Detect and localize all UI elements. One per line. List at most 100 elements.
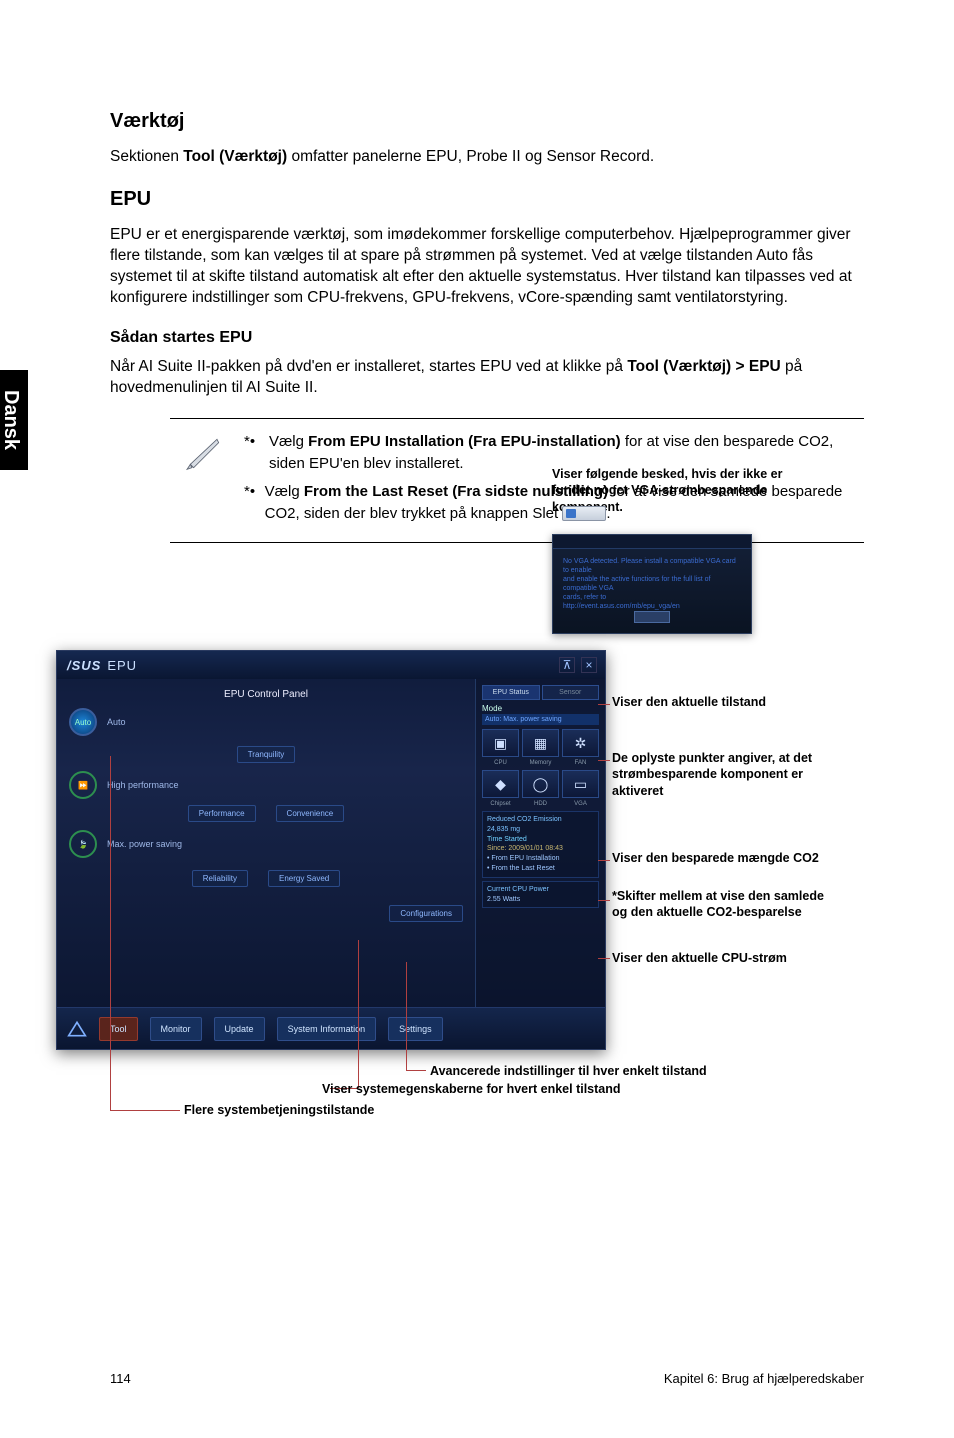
toolbar-update[interactable]: Update	[214, 1017, 265, 1041]
text: Vælg	[269, 433, 308, 450]
component-memory-icon: ▦	[522, 729, 559, 757]
bottom-toolbar: Tool Monitor Update System Information S…	[57, 1007, 605, 1049]
status-mode-value: Auto: Max. power saving	[482, 714, 599, 725]
paragraph-start-epu: Når AI Suite II-pakken på dvd'en er inst…	[110, 357, 864, 399]
text-bold: Tool (Værktøj) > EPU	[627, 358, 780, 375]
cap-fan: FAN	[562, 760, 599, 766]
cpu-power-block: Current CPU Power 2.55 Watts	[482, 881, 599, 909]
close-icon[interactable]: ×	[581, 657, 597, 673]
epu-control-panel: EPU Control Panel Auto Auto Tranquility …	[57, 679, 475, 1007]
bullet: *•	[244, 481, 265, 525]
toolbar-system-info[interactable]: System Information	[277, 1017, 377, 1041]
cap-mem: Memory	[522, 760, 559, 766]
mode-high-icon[interactable]: ⏩	[69, 771, 97, 799]
text: 24,835 mg	[487, 826, 520, 833]
pin-icon[interactable]: ⊼	[559, 657, 575, 673]
window-title: EPU	[107, 658, 137, 673]
mode-auto-label: Auto	[107, 717, 126, 727]
language-tab: Dansk	[0, 370, 28, 470]
callout-co2-saved: Viser den besparede mængde CO2	[612, 850, 832, 866]
radio-from-reset[interactable]: • From the Last Reset	[487, 865, 555, 872]
component-cpu-icon: ▣	[482, 729, 519, 757]
callout-more-modes: Flere systembetjeningstilstande	[184, 1102, 384, 1118]
bullet: *•	[244, 431, 269, 475]
leader-line	[598, 860, 610, 861]
component-chipset-icon: ◆	[482, 770, 519, 798]
window-titlebar: /SUS EPU	[57, 651, 605, 679]
text: Reduced CO2 Emission	[487, 816, 562, 823]
tab-sensor[interactable]: Sensor	[542, 685, 600, 700]
callout-co2-toggle: *Skifter mellem at vise den samlede og d…	[612, 888, 832, 921]
tag-configurations[interactable]: Configurations	[389, 905, 463, 922]
tag-performance[interactable]: Performance	[188, 805, 256, 822]
separator	[170, 542, 864, 543]
toolbar-settings[interactable]: Settings	[388, 1017, 443, 1041]
tab-epu-status[interactable]: EPU Status	[482, 685, 540, 700]
text: http://event.asus.com/mb/epu_vga/en	[563, 603, 680, 610]
dialog-text: No VGA detected. Please install a compat…	[553, 549, 751, 620]
radio-from-install[interactable]: • From EPU Installation	[487, 855, 559, 862]
text: Time Started	[487, 836, 527, 843]
epu-status-panel: EPU Status Sensor Mode Auto: Max. power …	[475, 679, 605, 1007]
dialog-ok-button[interactable]	[634, 611, 670, 623]
page-number: 114	[110, 1371, 131, 1386]
toolbar-monitor[interactable]: Monitor	[150, 1017, 202, 1041]
panel-title: EPU Control Panel	[69, 689, 463, 700]
mode-max-icon[interactable]: 🍃	[69, 830, 97, 858]
text: No VGA detected. Please install a compat…	[563, 558, 736, 574]
leader-line	[406, 1070, 426, 1071]
text: omfatter panelerne EPU, Probe II og Sens…	[287, 148, 654, 165]
epu-window: /SUS EPU ⊼ × EPU Control Panel Auto Auto…	[56, 650, 606, 1050]
note-icon	[182, 431, 222, 530]
component-fan-icon: ✲	[562, 729, 599, 757]
section-body-tool: Sektionen Tool (Værktøj) omfatter panele…	[110, 147, 864, 168]
component-vga-icon: ▭	[562, 770, 599, 798]
callout-active-components: De oplyste punkter angiver, at det strøm…	[612, 750, 832, 799]
mode-auto-icon[interactable]: Auto	[69, 708, 97, 736]
section-body-epu: EPU er et energisparende værktøj, som im…	[110, 225, 864, 309]
leader-line	[110, 1110, 180, 1111]
callout-cpu-power: Viser den aktuelle CPU-strøm	[612, 950, 832, 966]
section-heading-epu: EPU	[110, 188, 864, 211]
cap-vga: VGA	[562, 801, 599, 807]
tag-tranquility[interactable]: Tranquility	[237, 746, 296, 763]
co2-block: Reduced CO2 Emission 24,835 mg Time Star…	[482, 811, 599, 878]
page-footer: 114 Kapitel 6: Brug af hjælperedskaber	[110, 1371, 864, 1386]
text: Current CPU Power	[487, 886, 549, 893]
separator	[170, 418, 864, 419]
dialog-titlebar	[553, 535, 751, 549]
tag-reliability[interactable]: Reliability	[192, 870, 248, 887]
subheading-start-epu: Sådan startes EPU	[110, 329, 864, 347]
text-bold: From EPU Installation (Fra EPU-installat…	[308, 433, 621, 450]
component-hdd-icon: ◯	[522, 770, 559, 798]
ai-suite-logo-icon[interactable]	[67, 1019, 87, 1039]
text-bold: Tool (Værktøj)	[183, 148, 287, 165]
leader-line	[598, 760, 610, 761]
warning-dialog: No VGA detected. Please install a compat…	[552, 534, 752, 634]
callout-current-mode: Viser den aktuelle tilstand	[612, 694, 832, 710]
leader-line	[406, 962, 407, 1070]
section-heading-tool: Værktøj	[110, 110, 864, 133]
leader-line	[358, 940, 359, 1088]
callout-system-properties: Viser systemegenskaberne for hvert enkel…	[322, 1081, 621, 1097]
cap-hdd: HDD	[522, 801, 559, 807]
leader-line	[110, 756, 111, 1110]
callout-advanced-settings: Avancerede indstillinger til hver enkelt…	[430, 1063, 707, 1079]
leader-line	[598, 900, 610, 901]
chapter-title: Kapitel 6: Brug af hjælperedskaber	[664, 1371, 864, 1386]
text: and enable the active functions for the …	[563, 576, 710, 592]
text: Since: 2009/01/01 08:43	[487, 845, 563, 852]
status-mode-label: Mode	[482, 704, 599, 713]
text: 2.55 Watts	[487, 896, 520, 903]
mode-high-label: High performance	[107, 780, 179, 790]
tag-convenience[interactable]: Convenience	[276, 805, 345, 822]
brand-logo: /SUS	[67, 658, 101, 673]
cap-cpu: CPU	[482, 760, 519, 766]
text: Vælg	[265, 483, 304, 500]
tag-energy[interactable]: Energy Saved	[268, 870, 340, 887]
text: Sektionen	[110, 148, 183, 165]
mode-max-label: Max. power saving	[107, 839, 182, 849]
leader-line	[598, 704, 610, 705]
text: cards, refer to	[563, 594, 606, 601]
toolbar-tool[interactable]: Tool	[99, 1017, 138, 1041]
